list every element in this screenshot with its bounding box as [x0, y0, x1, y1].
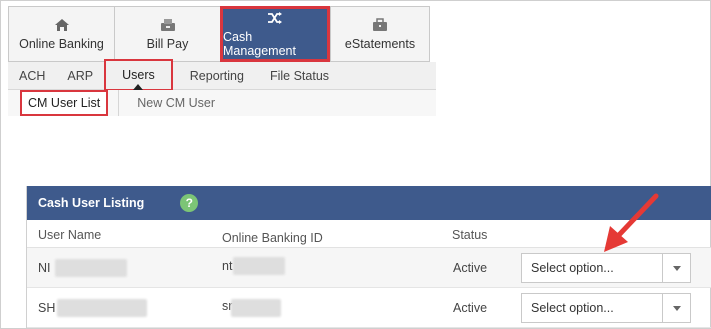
select-placeholder: Select option... — [531, 261, 614, 275]
subnav-users-label: Users — [122, 67, 155, 82]
home-icon — [53, 17, 71, 33]
tab-label: Cash Management — [223, 30, 296, 58]
shuffle-icon — [266, 10, 284, 26]
column-online-banking-id[interactable]: Online Banking ID — [222, 231, 323, 245]
tab-label: Online Banking — [19, 37, 104, 51]
redacted-user-name — [55, 259, 127, 277]
redacted-user-name — [57, 299, 147, 317]
tab-label: Bill Pay — [146, 37, 189, 51]
column-user-name[interactable]: User Name — [38, 228, 101, 242]
briefcase-icon — [371, 17, 389, 33]
users-subnav: CM User List New CM User — [8, 90, 436, 116]
user-name-cell: NI — [38, 261, 51, 275]
subnav-new-cm-user[interactable]: New CM User — [129, 90, 223, 116]
tab-online-banking[interactable]: Online Banking — [8, 6, 114, 62]
column-status[interactable]: Status — [452, 228, 487, 242]
subnav-file-status[interactable]: File Status — [259, 62, 340, 90]
tab-cash-management[interactable]: Cash Management — [220, 6, 330, 62]
subnav-users[interactable]: Users — [104, 58, 173, 91]
annotation-arrow-icon — [604, 193, 659, 252]
row-action-select[interactable]: Select option... — [521, 293, 691, 323]
user-name-cell: SH — [38, 301, 56, 315]
subnav-reporting[interactable]: Reporting — [179, 62, 255, 90]
status-cell: Active — [453, 261, 488, 275]
help-icon[interactable]: ? — [180, 194, 199, 212]
tab-label: eStatements — [344, 37, 416, 51]
tab-bill-pay[interactable]: Bill Pay — [114, 6, 220, 62]
online-id-cell: nt — [222, 259, 233, 273]
chevron-down-icon[interactable] — [662, 294, 690, 322]
panel-title: Cash User Listing — [38, 196, 145, 210]
divider — [118, 90, 120, 116]
bill-pay-icon — [159, 17, 177, 33]
subnav-arp[interactable]: ARP — [56, 62, 104, 90]
redacted-online-id — [233, 257, 285, 275]
select-placeholder: Select option... — [531, 301, 614, 315]
tab-estatements[interactable]: eStatements — [330, 6, 430, 62]
status-cell: Active — [453, 301, 488, 315]
caret-up-icon — [133, 83, 144, 90]
subnav-cm-user-list[interactable]: CM User List — [20, 90, 109, 116]
table-row: SH sr Active Select option... — [27, 288, 711, 328]
redacted-online-id — [231, 299, 281, 317]
cash-management-subnav: ACH ARP Users Reporting File Status — [8, 58, 436, 91]
subnav-ach[interactable]: ACH — [8, 62, 56, 90]
top-navigation: Online Banking Bill Pay Cash Management … — [8, 6, 430, 62]
